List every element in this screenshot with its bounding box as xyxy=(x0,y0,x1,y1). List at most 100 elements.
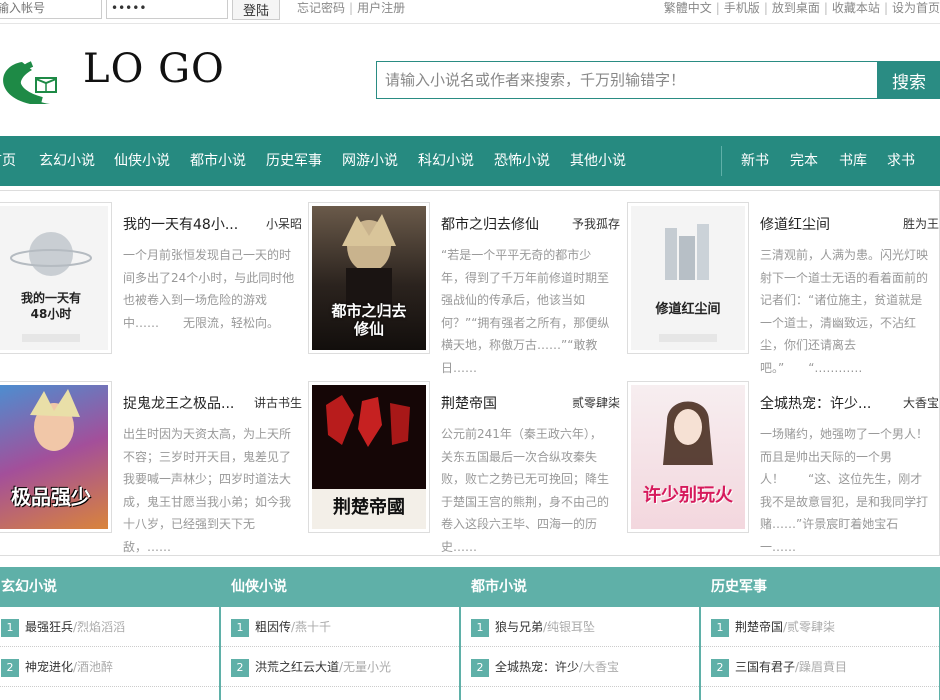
nav-home[interactable]: 首页 xyxy=(0,136,16,186)
register-link[interactable]: 用户注册 xyxy=(357,1,405,15)
nav-dushi[interactable]: 都市小说 xyxy=(190,136,246,186)
ranking-item[interactable]: 1 粗因传/燕十千 xyxy=(221,607,459,647)
book-card[interactable]: 许少别玩火 全城热宠：许少... 大香宝 一场赌约，她强吻了一个男人！而且是帅出… xyxy=(627,381,940,557)
category-panel: 都市小说 1 狼与兄弟/纯银耳坠 2 全城热宠：许少/大香宝 xyxy=(460,567,700,700)
category-panel: 历史军事 1 荆楚帝国/贰零肆柒 2 三国有君子/躁眉賁目 xyxy=(700,567,940,700)
ranking-book-title[interactable]: 荆楚帝国 xyxy=(735,620,783,634)
book-card[interactable]: 我的一天有48小时 我的一天有48小... 小呆昭 一个月前张恒发现自己一天的时… xyxy=(0,202,310,378)
category-title[interactable]: 玄幻小说 xyxy=(0,567,219,607)
ranking-item[interactable]: 2 洪荒之红云大道/无量小光 xyxy=(221,647,459,687)
site-logo[interactable]: LO GO xyxy=(0,46,232,112)
password-input[interactable] xyxy=(106,0,228,19)
nav-library[interactable]: 书库 xyxy=(839,136,867,186)
cover-title: 许少别玩火 xyxy=(643,485,733,506)
category-panel: 玄幻小说 1 最强狂兵/烈焰滔滔 2 神宠进化/酒池醉 xyxy=(0,567,220,700)
ranking-book-title[interactable]: 全城热宠：许少 xyxy=(495,660,579,674)
ranking-book-author[interactable]: /纯银耳坠 xyxy=(543,620,595,634)
ranking-book-title[interactable]: 三国有君子 xyxy=(735,660,795,674)
book-title[interactable]: 全城热宠：许少... xyxy=(760,393,880,413)
bookmark-link[interactable]: 收藏本站 xyxy=(832,1,880,15)
traditional-chinese-link[interactable]: 繁體中文 xyxy=(664,1,712,15)
category-panel: 仙侠小说 1 粗因传/燕十千 2 洪荒之红云大道/无量小光 xyxy=(220,567,460,700)
cover-title: 修道红尘间 xyxy=(655,302,721,317)
book-author[interactable]: 胜为王 xyxy=(903,215,939,232)
nav-completed[interactable]: 完本 xyxy=(790,136,818,186)
rank-badge: 2 xyxy=(1,658,19,677)
search-bar: 搜索 xyxy=(376,61,940,99)
ranking-book-author[interactable]: /燕十千 xyxy=(291,620,331,634)
mobile-link[interactable]: 手机版 xyxy=(724,1,760,15)
ranking-book-title[interactable]: 神宠进化 xyxy=(25,660,73,674)
ranking-book-title[interactable]: 洪荒之红云大道 xyxy=(255,660,339,674)
nav-new-books[interactable]: 新书 xyxy=(741,136,769,186)
cover-title: 都市之归去修仙 xyxy=(331,302,407,338)
book-cover[interactable]: 许少别玩火 xyxy=(627,381,749,533)
ranking-book-author[interactable]: /贰零肆柒 xyxy=(783,620,835,634)
book-title[interactable]: 捉鬼龙王之极品... xyxy=(123,393,243,413)
ranking-item[interactable]: 2 三国有君子/躁眉賁目 xyxy=(701,647,939,687)
nav-wangyou[interactable]: 网游小说 xyxy=(342,136,398,186)
main-nav: 首页 玄幻小说 仙侠小说 都市小说 历史军事 网游小说 科幻小说 恐怖小说 其他… xyxy=(0,136,940,186)
ranking-item[interactable]: 1 荆楚帝国/贰零肆柒 xyxy=(701,607,939,647)
ranking-item[interactable]: 1 狼与兄弟/纯银耳坠 xyxy=(461,607,699,647)
book-card[interactable]: 都市之归去修仙 都市之归去修仙 予我孤存 “若是一个平平无奇的都市少年，得到了千… xyxy=(308,202,628,378)
book-cover[interactable]: 荆楚帝國 xyxy=(308,381,430,533)
rank-badge: 1 xyxy=(231,618,249,637)
search-input[interactable] xyxy=(376,61,878,99)
book-author[interactable]: 讲古书生 xyxy=(254,394,302,411)
book-author[interactable]: 贰零肆柒 xyxy=(572,394,620,411)
ranking-book-title[interactable]: 最强狂兵 xyxy=(25,620,73,634)
login-button[interactable]: 登陆 xyxy=(232,0,280,20)
cover-title: 极品强少 xyxy=(11,485,91,509)
category-title[interactable]: 都市小说 xyxy=(461,567,699,607)
book-card[interactable]: 极品强少 捉鬼龙王之极品... 讲古书生 出生时因为天资太高，为上天所不容；三岁… xyxy=(0,381,310,557)
book-author[interactable]: 予我孤存 xyxy=(572,215,620,232)
book-title[interactable]: 修道红尘间 xyxy=(760,214,880,234)
book-title[interactable]: 我的一天有48小... xyxy=(123,214,243,234)
nav-lishi[interactable]: 历史军事 xyxy=(266,136,322,186)
ranking-book-author[interactable]: /烈焰滔滔 xyxy=(73,620,125,634)
book-cover[interactable]: 都市之归去修仙 xyxy=(308,202,430,354)
book-description: 出生时因为天资太高，为上天所不容；三岁时开天目，鬼差见了我要喊一声林少；四岁时道… xyxy=(123,427,292,554)
ranking-item[interactable]: 2 全城热宠：许少/大香宝 xyxy=(461,647,699,687)
category-title[interactable]: 历史军事 xyxy=(701,567,939,607)
rank-badge: 1 xyxy=(711,618,729,637)
ranking-item[interactable]: 1 最强狂兵/烈焰滔滔 xyxy=(0,607,219,647)
ranking-book-author[interactable]: /大香宝 xyxy=(579,660,619,674)
category-rankings: 玄幻小说 1 最强狂兵/烈焰滔滔 2 神宠进化/酒池醉 仙侠小说 1 粗因传/燕十千 … xyxy=(0,567,940,700)
nav-request[interactable]: 求书 xyxy=(887,136,915,186)
nav-xuanhuan[interactable]: 玄幻小说 xyxy=(39,136,95,186)
ranking-book-title[interactable]: 粗因传 xyxy=(255,620,291,634)
site-links: 繁體中文 | 手机版 | 放到桌面 | 收藏本站 | 设为首页 xyxy=(663,1,940,15)
book-cover[interactable]: 修道红尘间 xyxy=(627,202,749,354)
desktop-shortcut-link[interactable]: 放到桌面 xyxy=(772,1,820,15)
book-description: 一场赌约，她强吻了一个男人！而且是帅出天际的一个男人！ “这、这位先生，刚才我不… xyxy=(760,427,929,554)
category-title[interactable]: 仙侠小说 xyxy=(221,567,459,607)
book-card[interactable]: 荆楚帝國 荆楚帝国 贰零肆柒 公元前241年（秦王政六年），关东五国最后一次合纵… xyxy=(308,381,628,557)
search-button[interactable]: 搜索 xyxy=(877,61,940,99)
book-cover[interactable]: 我的一天有48小时 xyxy=(0,202,112,354)
forgot-password-link[interactable]: 忘记密码 xyxy=(297,1,345,15)
rank-badge: 2 xyxy=(471,658,489,677)
nav-xianxia[interactable]: 仙侠小说 xyxy=(114,136,170,186)
book-title[interactable]: 都市之归去修仙 xyxy=(441,214,561,234)
featured-books: 我的一天有48小时 我的一天有48小... 小呆昭 一个月前张恒发现自己一天的时… xyxy=(0,190,940,556)
nav-kehuan[interactable]: 科幻小说 xyxy=(418,136,474,186)
nav-kongbu[interactable]: 恐怖小说 xyxy=(494,136,550,186)
ranking-book-author[interactable]: /无量小光 xyxy=(339,660,391,674)
ranking-book-author[interactable]: /酒池醉 xyxy=(73,660,113,674)
book-description: 公元前241年（秦王政六年），关东五国最后一次合纵攻秦失败，败亡之势已无可挽回；… xyxy=(441,427,610,554)
set-homepage-link[interactable]: 设为首页 xyxy=(892,1,940,15)
nav-qita[interactable]: 其他小说 xyxy=(570,136,626,186)
ranking-book-title[interactable]: 狼与兄弟 xyxy=(495,620,543,634)
book-author[interactable]: 大香宝 xyxy=(903,394,939,411)
book-cover[interactable]: 极品强少 xyxy=(0,381,112,533)
ranking-book-author[interactable]: /躁眉賁目 xyxy=(795,660,847,674)
book-author[interactable]: 小呆昭 xyxy=(266,215,302,232)
book-description: 一个月前张恒发现自己一天的时间多出了24个小时，与此同时他也被卷入到一场危险的游… xyxy=(123,248,295,330)
book-title[interactable]: 荆楚帝国 xyxy=(441,393,561,413)
book-card[interactable]: 修道红尘间 修道红尘间 胜为王 三清观前，人满为患。闪光灯映射下一个道士无语的看… xyxy=(627,202,940,378)
username-input[interactable] xyxy=(0,0,102,19)
account-links: 忘记密码 | 用户注册 xyxy=(297,1,406,15)
ranking-item[interactable]: 2 神宠进化/酒池醉 xyxy=(0,647,219,687)
